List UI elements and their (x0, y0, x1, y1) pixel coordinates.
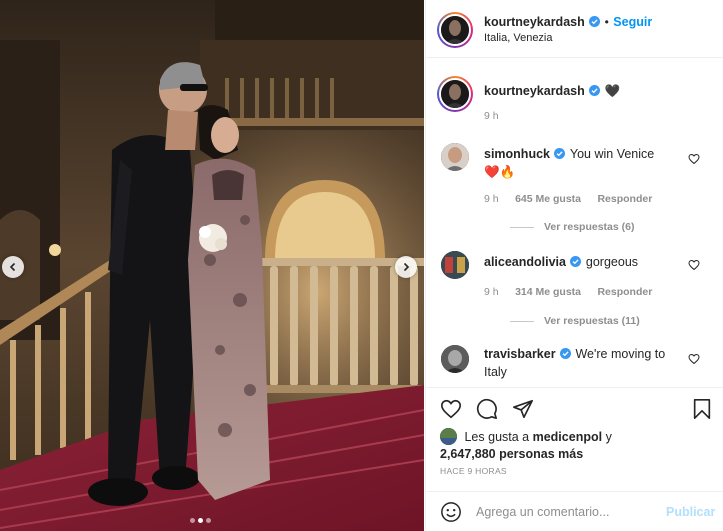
comment-like-count[interactable]: 645 Me gusta (515, 193, 581, 205)
view-replies-label: Ver respuestas (6) (544, 221, 635, 233)
comment-like-heart-icon[interactable] (688, 353, 700, 365)
caption-avatar[interactable] (437, 76, 473, 112)
verified-badge-icon (570, 256, 582, 267)
commenter-avatar[interactable] (441, 251, 469, 279)
post-timestamp[interactable]: HACE 9 HORAS (440, 466, 507, 476)
comment-like-heart-icon[interactable] (688, 259, 700, 271)
caption-text: 🖤 (604, 84, 621, 98)
comment-input[interactable] (476, 503, 656, 521)
chevron-right-icon (403, 262, 410, 272)
carousel-dot (206, 518, 211, 523)
photo-scene (0, 0, 424, 531)
replies-divider (510, 226, 534, 228)
heart-icon[interactable] (440, 398, 462, 420)
likes-conj: y (605, 430, 612, 444)
comment-text: gorgeous (585, 255, 639, 269)
liker-avatar[interactable] (440, 428, 457, 445)
comment-icon[interactable] (476, 398, 498, 420)
follow-button[interactable]: Seguir (613, 15, 652, 29)
comment-text-emoji: ❤️🔥 (484, 165, 516, 179)
reply-button[interactable]: Responder (597, 193, 652, 205)
verified-badge-icon (589, 16, 601, 27)
likes-summary: Les gusta a medicenpol y 2,647,880 perso… (440, 428, 720, 463)
replies-divider (510, 320, 534, 322)
carousel-dot (190, 518, 195, 523)
comment-text-cont: Italy (484, 365, 507, 379)
verified-badge-icon (589, 85, 601, 96)
author-avatar[interactable] (437, 12, 473, 48)
comment-age[interactable]: 9 h (484, 193, 499, 205)
author-username[interactable]: kourtneykardash (484, 15, 585, 29)
add-comment-bar: Publicar (426, 491, 723, 531)
view-replies-button[interactable]: Ver respuestas (6) (510, 221, 634, 233)
view-replies-button[interactable]: Ver respuestas (11) (510, 315, 640, 327)
comment-username[interactable]: travisbarker (484, 347, 556, 361)
liker-username[interactable]: medicenpol (533, 430, 602, 444)
comments-list[interactable]: kourtneykardash 🖤 9 h simonhuck You win … (426, 59, 723, 387)
bookmark-icon[interactable] (692, 398, 712, 420)
view-replies-label: Ver respuestas (11) (544, 315, 640, 327)
comment-age[interactable]: 9 h (484, 286, 499, 298)
verified-badge-icon (560, 348, 572, 359)
carousel-next-button[interactable] (395, 256, 417, 278)
share-icon[interactable] (512, 398, 534, 420)
post-header: kourtneykardash • Seguir Italia, Venezia (426, 0, 723, 58)
comment-like-count[interactable]: 314 Me gusta (515, 286, 581, 298)
chevron-left-icon (9, 262, 16, 272)
carousel-dot-active (198, 518, 203, 523)
post-photo[interactable] (0, 0, 424, 531)
post-actions-bar (426, 387, 723, 427)
commenter-avatar[interactable] (441, 345, 469, 373)
comment-text: We're moving to (575, 347, 666, 361)
likes-prefix: Les gusta a (464, 430, 530, 444)
carousel-prev-button[interactable] (2, 256, 24, 278)
comment-text: You win Venice (569, 147, 655, 161)
carousel-indicator (190, 518, 211, 523)
comment-like-heart-icon[interactable] (688, 153, 700, 165)
comment-username[interactable]: aliceandolivia (484, 255, 566, 269)
instagram-post-view: kourtneykardash • Seguir Italia, Venezia… (0, 0, 723, 531)
comment-username[interactable]: simonhuck (484, 147, 550, 161)
verified-badge-icon (554, 148, 566, 159)
caption-age[interactable]: 9 h (484, 110, 499, 122)
publish-button[interactable]: Publicar (666, 505, 715, 519)
post-details-panel: kourtneykardash • Seguir Italia, Venezia… (425, 0, 723, 531)
post-location[interactable]: Italia, Venezia (484, 32, 553, 44)
emoji-icon[interactable] (440, 501, 462, 523)
likes-count[interactable]: 2,647,880 personas más (440, 447, 583, 461)
caption-username[interactable]: kourtneykardash (484, 84, 585, 98)
commenter-avatar[interactable] (441, 143, 469, 171)
reply-button[interactable]: Responder (597, 286, 652, 298)
separator-dot: • (604, 15, 609, 29)
